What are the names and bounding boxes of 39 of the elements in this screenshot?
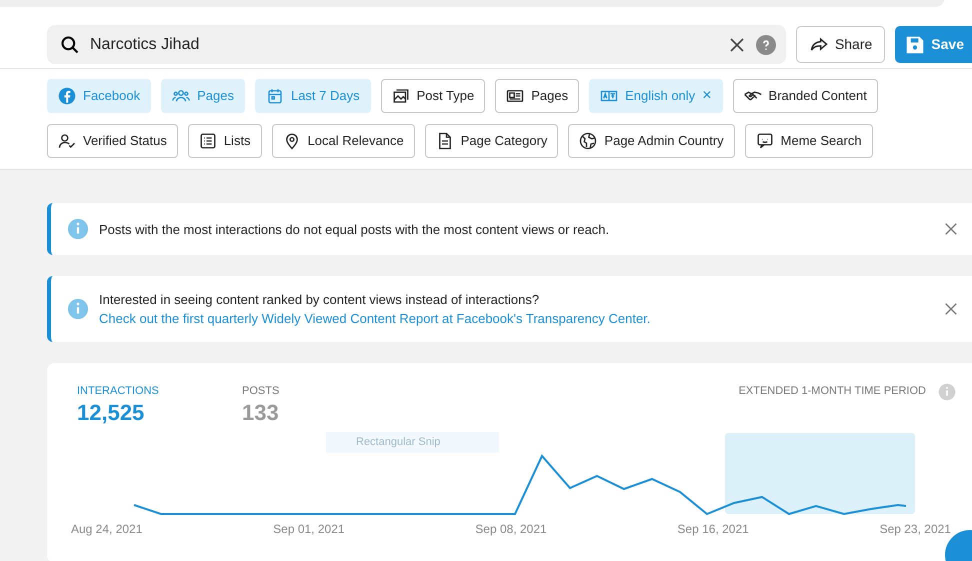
list-icon <box>198 132 217 150</box>
filter-chip[interactable]: Pages <box>495 79 580 113</box>
search-icon <box>60 34 80 54</box>
newspaper-icon <box>506 87 524 105</box>
period-label: EXTENDED 1-MONTH TIME PERIOD <box>738 384 926 399</box>
info-icon <box>67 218 89 240</box>
chat-icon <box>756 132 774 150</box>
filter-chip[interactable]: Meme Search <box>744 124 873 158</box>
search-input[interactable]: Narcotics Jihad <box>90 32 718 56</box>
stat-tab[interactable]: INTERACTIONS 12,525 <box>77 383 242 426</box>
stat-tab[interactable]: POSTS 133 <box>242 383 407 426</box>
notice-text: Interested in seeing content ranked by content views instead of interactions? <box>99 291 540 309</box>
filter-chip[interactable]: Post Type <box>380 79 486 113</box>
save-icon <box>905 34 926 54</box>
calendar-icon <box>266 87 284 105</box>
share-button[interactable]: Share <box>796 26 886 63</box>
axis-label: Aug 24, 2021 <box>71 521 142 538</box>
images-icon <box>392 87 410 105</box>
filter-chip[interactable]: Verified Status <box>47 124 178 158</box>
axis-label: Sep 08, 2021 <box>475 521 547 538</box>
filter-chip[interactable]: Page Admin Country <box>568 124 735 158</box>
axis-label: Sep 23, 2021 <box>880 521 951 538</box>
facebook-icon <box>58 87 76 105</box>
help-icon[interactable] <box>756 34 776 54</box>
axis-label: Sep 01, 2021 <box>273 521 345 538</box>
clear-icon[interactable] <box>728 36 746 54</box>
snip-tooltip: Rectangular Snip <box>326 432 499 453</box>
filter-chip[interactable]: Branded Content <box>732 79 878 113</box>
user-check-icon <box>58 132 76 150</box>
save-button[interactable]: Save <box>895 26 972 63</box>
filter-chip[interactable]: Local Relevance <box>272 124 415 158</box>
globe-icon <box>579 132 598 150</box>
report-link[interactable]: Check out the first quarterly Widely Viewed Content Report at Facebook's Transparency Center. <box>99 309 942 328</box>
axis-label: Sep 16, 2021 <box>677 521 749 538</box>
filter-chip[interactable]: Lists <box>188 124 262 158</box>
search-field[interactable]: Narcotics Jihad <box>47 25 786 64</box>
info-icon <box>67 298 89 320</box>
filter-chip[interactable]: Page Category <box>424 124 558 158</box>
notice-text: Posts with the most interactions do not equal posts with the most content views or reach. <box>99 220 610 238</box>
